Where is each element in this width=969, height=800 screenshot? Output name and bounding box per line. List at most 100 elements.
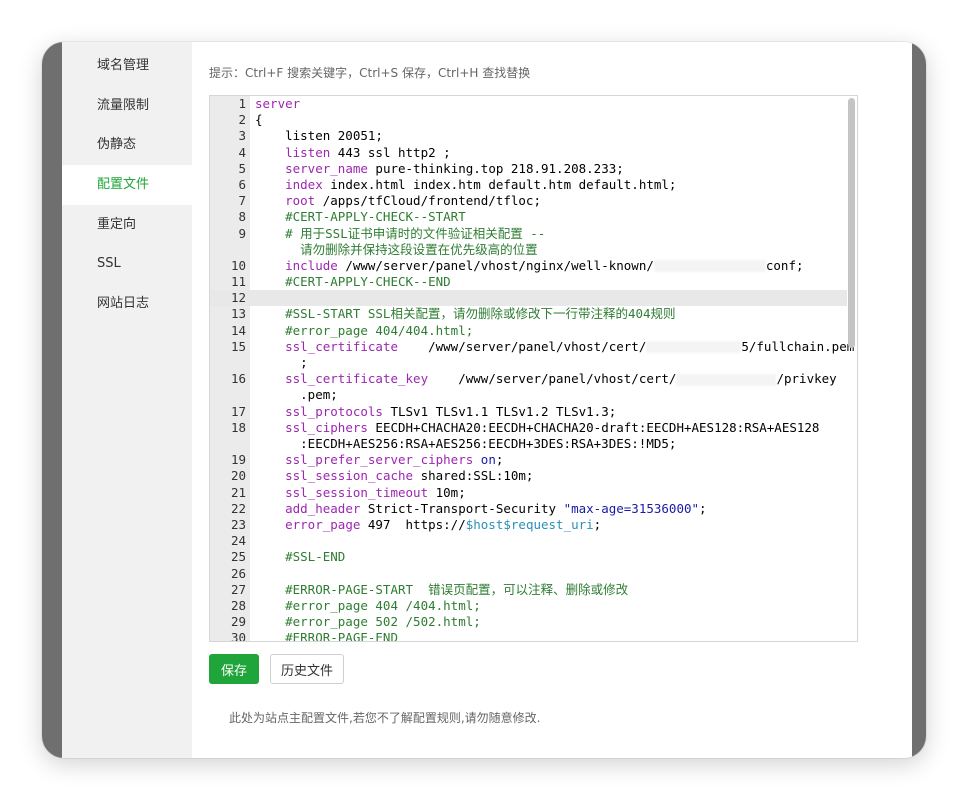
sidebar: 域名管理 流量限制 伪静态 配置文件 重定向 SSL 网站日志 xyxy=(62,42,192,758)
code-line: 28 #error_page 404 /404.html; xyxy=(210,598,847,614)
line-number: 23 xyxy=(230,516,246,532)
line-text: #CERT-APPLY-CHECK--START xyxy=(255,209,466,225)
line-number: 16 xyxy=(230,371,246,387)
line-text: root /apps/tfCloud/frontend/tfloc; xyxy=(285,193,541,209)
code-editor[interactable]: 1 server 2 { 3 listen 20051; 4 listen 44… xyxy=(209,95,858,642)
redacted-block xyxy=(676,373,777,386)
line-number: 6 xyxy=(238,176,246,192)
line-number: 3 xyxy=(238,128,246,144)
line-number: 20 xyxy=(230,468,246,484)
line-text: #ERROR-PAGE-START 错误页配置，可以注释、删除或修改 xyxy=(255,581,629,597)
line-text: ssl_certificate /www/server/panel/vhost/… xyxy=(285,338,855,354)
line-text: server xyxy=(255,96,301,111)
code-line: 2 { xyxy=(210,112,847,128)
code-line: 9 # 用于SSL证书申请时的文件验证相关配置 -- 请勿删除并保持这段设置在优… xyxy=(210,226,847,258)
line-number: 17 xyxy=(230,403,246,419)
line-text: include /www/server/panel/vhost/nginx/we… xyxy=(285,257,804,273)
code-line: 17 ssl_protocols TLSv1 TLSv1.1 TLSv1.2 T… xyxy=(210,404,847,420)
redacted-block xyxy=(646,341,742,354)
line-number: 10 xyxy=(230,257,246,273)
app-window: 域名管理 流量限制 伪静态 配置文件 重定向 SSL 网站日志 提示：Ctrl+… xyxy=(42,42,926,758)
line-text: listen 443 ssl http2 ; xyxy=(285,144,451,160)
line-number: 28 xyxy=(230,597,246,613)
line-text-wrap: .pem; xyxy=(255,387,338,403)
line-number: 7 xyxy=(238,193,246,209)
code-line: 6 index index.html index.htm default.htm… xyxy=(210,177,847,193)
code-line: 16 ssl_certificate_key /www/server/panel… xyxy=(210,371,847,403)
code-line-active: 12 xyxy=(210,290,847,307)
line-number: 30 xyxy=(230,630,246,642)
sidebar-item-domain[interactable]: 域名管理 xyxy=(62,46,192,86)
code-line: 27 #ERROR-PAGE-START 错误页配置，可以注释、删除或修改 xyxy=(210,582,847,598)
line-text: #error_page 502 /502.html; xyxy=(255,614,481,630)
line-number: 18 xyxy=(230,419,246,435)
code-line: 23 error_page 497 https://$host$request_… xyxy=(210,517,847,533)
code-line: 30 #ERROR-PAGE-END xyxy=(210,630,847,642)
line-number: 19 xyxy=(230,452,246,468)
editor-tip: 提示：Ctrl+F 搜索关键字，Ctrl+S 保存，Ctrl+H 查找替换 xyxy=(209,66,531,80)
line-text: #SSL-START SSL相关配置，请勿删除或修改下一行带注释的404规则 xyxy=(255,306,676,322)
code-line: 1 server xyxy=(210,96,847,112)
redacted-block xyxy=(653,260,766,273)
sidebar-item-redirect[interactable]: 重定向 xyxy=(62,205,192,245)
code-line: 11 #CERT-APPLY-CHECK--END xyxy=(210,274,847,290)
line-text: ssl_session_timeout 10m; xyxy=(285,484,466,500)
line-number: 15 xyxy=(230,338,246,354)
sidebar-item-ssl[interactable]: SSL xyxy=(62,244,192,284)
line-text: error_page 497 https://$host$request_uri… xyxy=(285,516,602,532)
line-text: index index.html index.htm default.htm d… xyxy=(285,176,677,192)
code-line: 8 #CERT-APPLY-CHECK--START xyxy=(210,209,847,225)
code-line: 15 ssl_certificate /www/server/panel/vho… xyxy=(210,338,854,371)
line-text: #CERT-APPLY-CHECK--END xyxy=(255,274,451,290)
line-number: 5 xyxy=(238,160,246,176)
line-text: #SSL-END xyxy=(255,549,346,565)
code-line: 24 xyxy=(210,533,847,549)
line-text: # 用于SSL证书申请时的文件验证相关配置 -- xyxy=(255,225,546,241)
line-number: 14 xyxy=(230,322,246,338)
line-text-wrap: 请勿删除并保持这段设置在优先级高的位置 xyxy=(255,241,538,257)
line-text: #error_page 404/404.html; xyxy=(255,322,474,338)
sidebar-item-rewrite[interactable]: 伪静态 xyxy=(62,125,192,165)
line-text: ssl_session_cache shared:SSL:10m; xyxy=(285,468,534,484)
line-text: ssl_protocols TLSv1 TLSv1.1 TLSv1.2 TLSv… xyxy=(285,403,617,419)
line-text: server_name pure-thinking.top 218.91.208… xyxy=(285,160,624,176)
code-line: 20 ssl_session_cache shared:SSL:10m; xyxy=(210,468,847,484)
code-line: 29 #error_page 502 /502.html; xyxy=(210,614,847,630)
code-line: 3 listen 20051; xyxy=(210,128,847,144)
history-files-button[interactable]: 历史文件 xyxy=(270,654,344,684)
sidebar-item-config-file[interactable]: 配置文件 xyxy=(62,165,192,205)
code-line: 10 include /www/server/panel/vhost/nginx… xyxy=(210,258,847,274)
line-number: 8 xyxy=(238,209,246,225)
main-panel: 提示：Ctrl+F 搜索关键字，Ctrl+S 保存，Ctrl+H 查找替换 1 … xyxy=(192,42,912,758)
line-number: 29 xyxy=(230,614,246,630)
line-number: 13 xyxy=(230,306,246,322)
code-line: 7 root /apps/tfCloud/frontend/tfloc; xyxy=(210,193,847,209)
code-line: 13 #SSL-START SSL相关配置，请勿删除或修改下一行带注释的404规… xyxy=(210,306,847,322)
line-number: 12 xyxy=(230,290,246,306)
line-text: add_header Strict-Transport-Security "ma… xyxy=(285,500,707,516)
line-number: 22 xyxy=(230,500,246,516)
line-number: 27 xyxy=(230,581,246,597)
sidebar-item-traffic-limit[interactable]: 流量限制 xyxy=(62,86,192,126)
line-text: listen 20051; xyxy=(255,128,383,144)
code-line: 14 #error_page 404/404.html; xyxy=(210,323,847,339)
save-button[interactable]: 保存 xyxy=(209,654,259,684)
line-text-wrap: ; xyxy=(255,355,308,371)
line-text: #ERROR-PAGE-END xyxy=(255,630,398,642)
code-line: 4 listen 443 ssl http2 ; xyxy=(210,145,847,161)
line-number: 25 xyxy=(230,549,246,565)
window-right-edge xyxy=(912,42,926,758)
line-number: 1 xyxy=(238,96,246,111)
line-text: ssl_prefer_server_ciphers on; xyxy=(285,452,504,468)
line-number: 21 xyxy=(230,484,246,500)
editor-scrollbar[interactable] xyxy=(848,98,855,348)
line-number: 9 xyxy=(238,225,246,241)
sidebar-item-site-log[interactable]: 网站日志 xyxy=(62,284,192,324)
code-line: 5 server_name pure-thinking.top 218.91.2… xyxy=(210,161,847,177)
line-number: 4 xyxy=(238,144,246,160)
code-line: 21 ssl_session_timeout 10m; xyxy=(210,485,847,501)
config-warning-note: 此处为站点主配置文件,若您不了解配置规则,请勿随意修改. xyxy=(229,711,541,725)
code-lines: 1 server 2 { 3 listen 20051; 4 listen 44… xyxy=(210,96,854,642)
line-number: 2 xyxy=(238,112,246,128)
code-line: 22 add_header Strict-Transport-Security … xyxy=(210,501,847,517)
